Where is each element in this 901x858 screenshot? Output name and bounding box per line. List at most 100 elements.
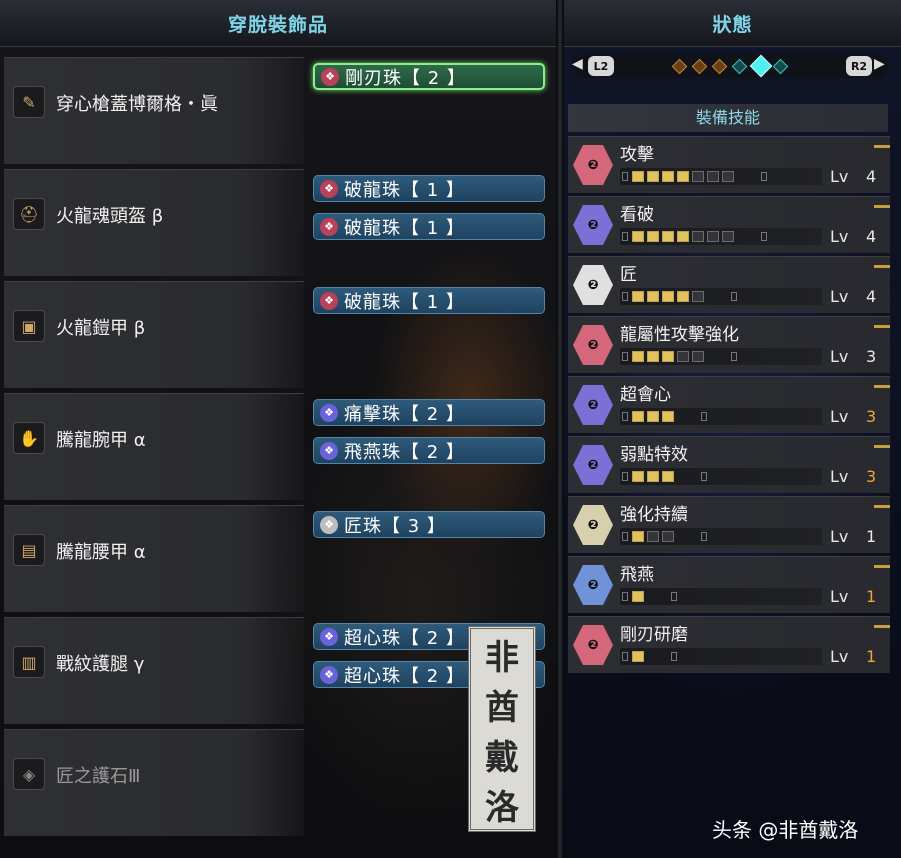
level-label: Lv xyxy=(830,407,849,426)
level-bar-end-cap xyxy=(731,292,737,301)
decorations-title: 穿脫裝飾品 xyxy=(227,14,328,36)
level-bar-end-cap xyxy=(701,472,707,481)
skill-row[interactable]: ❷ 看破 Lv 4 xyxy=(568,196,890,253)
equipment-row[interactable]: ◈ 匠之護石Ⅲ xyxy=(4,729,304,836)
skill-level-pip xyxy=(662,351,674,362)
decoration-gem-icon: ❖ xyxy=(320,665,338,684)
skill-level-pip xyxy=(692,291,704,302)
decoration-slot[interactable]: ❖ 破龍珠【 1 】 xyxy=(313,287,545,314)
equipment-row[interactable]: ▣ 火龍鎧甲 β xyxy=(4,281,304,388)
skill-name: 剛刃研磨 xyxy=(620,625,688,645)
skill-level-value: 1 xyxy=(866,527,877,546)
skill-level-value: 3 xyxy=(866,467,877,486)
level-label: Lv xyxy=(830,527,849,546)
level-bar-start-cap xyxy=(622,292,628,301)
skill-name: 超會心 xyxy=(620,385,671,405)
skill-row[interactable]: ❷ 攻擊 Lv 4 xyxy=(568,136,890,193)
level-bar-start-cap xyxy=(622,652,628,661)
decoration-slot[interactable]: ❖ 破龍珠【 1 】 xyxy=(313,175,545,202)
skill-level-bar xyxy=(620,648,822,665)
skill-level-pip xyxy=(662,171,674,182)
level-label: Lv xyxy=(830,167,849,186)
skill-level-pip xyxy=(662,531,674,542)
level-bar-end-cap xyxy=(731,352,737,361)
skill-gem-icon: ❷ xyxy=(573,205,613,245)
level-label: Lv xyxy=(830,347,849,366)
skill-level-pip xyxy=(707,171,719,182)
skill-name: 飛燕 xyxy=(620,565,654,585)
panel-divider xyxy=(556,0,564,858)
skill-level-pip xyxy=(632,171,644,182)
skill-level-pip xyxy=(647,351,659,362)
skill-level-value: 3 xyxy=(866,407,877,426)
skill-gem-icon: ❷ xyxy=(573,385,613,425)
page-indicator-6 xyxy=(772,58,789,75)
decoration-label: 超心珠【 2 】 xyxy=(344,627,465,649)
decoration-gem-icon: ❖ xyxy=(320,515,338,534)
level-bar-start-cap xyxy=(622,232,628,241)
level-bar-start-cap xyxy=(622,172,628,181)
skill-level-pip xyxy=(647,471,659,482)
skill-row[interactable]: ❷ 龍屬性攻擊強化 Lv 3 xyxy=(568,316,890,373)
level-bar-end-cap xyxy=(761,232,767,241)
decoration-gem-icon: ❖ xyxy=(321,67,339,86)
decoration-gem-icon: ❖ xyxy=(320,441,338,460)
skill-name: 攻擊 xyxy=(620,145,654,165)
equipment-row[interactable]: ⛑ 火龍魂頭盔 β xyxy=(4,169,304,276)
decoration-label: 破龍珠【 1 】 xyxy=(344,291,465,313)
skill-level-pip xyxy=(632,531,644,542)
skill-level-bar xyxy=(620,588,822,605)
skill-level-pip xyxy=(632,351,644,362)
skill-level-bar xyxy=(620,228,822,245)
skill-level-bar xyxy=(620,348,822,365)
skill-level-bar xyxy=(620,408,822,425)
skill-row[interactable]: ❷ 強化持續 Lv 1 xyxy=(568,496,890,553)
equipment-row[interactable]: ✎ 穿心槍蓋博爾格・眞 xyxy=(4,57,304,164)
arrow-right-icon[interactable]: ▶ xyxy=(874,56,885,72)
skill-level-pip xyxy=(647,231,659,242)
skill-row[interactable]: ❷ 飛燕 Lv 1 xyxy=(568,556,890,613)
decoration-label: 匠珠【 3 】 xyxy=(344,515,446,537)
decoration-slot[interactable]: ❖ 飛燕珠【 2 】 xyxy=(313,437,545,464)
skill-name: 弱點特效 xyxy=(620,445,688,465)
equipped-skills-header: 裝備技能 xyxy=(568,104,888,132)
skill-row[interactable]: ❷ 弱點特效 Lv 3 xyxy=(568,436,890,493)
seal-char: 酋 xyxy=(485,687,519,728)
decoration-slot[interactable]: ❖ 剛刃珠【 2 】 xyxy=(313,63,545,90)
equipment-row[interactable]: ✋ 騰龍腕甲 α xyxy=(4,393,304,500)
skill-level-pip xyxy=(647,411,659,422)
leg-armor-icon: ▥ xyxy=(13,646,45,678)
l2-trigger-button[interactable]: L2 xyxy=(588,56,614,76)
level-bar-end-cap xyxy=(671,652,677,661)
skill-level-pip xyxy=(632,291,644,302)
arrow-left-icon[interactable]: ◀ xyxy=(572,56,583,72)
skill-level-pip xyxy=(632,651,644,662)
seal-char: 非 xyxy=(485,637,519,678)
skill-row[interactable]: ❷ 超會心 Lv 3 xyxy=(568,376,890,433)
level-bar-end-cap xyxy=(761,172,767,181)
skill-row[interactable]: ❷ 剛刃研磨 Lv 1 xyxy=(568,616,890,673)
skill-level-pip xyxy=(662,471,674,482)
r2-trigger-button[interactable]: R2 xyxy=(846,56,872,76)
decoration-slot[interactable]: ❖ 痛擊珠【 2 】 xyxy=(313,399,545,426)
chest-armor-icon: ▣ xyxy=(13,310,45,342)
skill-level-pip xyxy=(632,411,644,422)
decoration-slot[interactable]: ❖ 匠珠【 3 】 xyxy=(313,511,545,538)
decoration-slot[interactable]: ❖ 破龍珠【 1 】 xyxy=(313,213,545,240)
skill-gem-icon: ❷ xyxy=(573,265,613,305)
equipment-name: 穿心槍蓋博爾格・眞 xyxy=(56,94,218,115)
level-bar-end-cap xyxy=(671,592,677,601)
equipment-name: 騰龍腕甲 α xyxy=(56,430,146,451)
skill-gem-icon: ❷ xyxy=(573,625,613,665)
skill-level-pip xyxy=(707,231,719,242)
skill-gem-icon: ❷ xyxy=(573,325,613,365)
level-bar-start-cap xyxy=(622,412,628,421)
charm-icon: ◈ xyxy=(13,758,45,790)
skill-level-pip xyxy=(662,411,674,422)
skill-level-pip xyxy=(677,291,689,302)
equipment-row[interactable]: ▤ 騰龍腰甲 α xyxy=(4,505,304,612)
skill-level-bar xyxy=(620,168,822,185)
equipment-row[interactable]: ▥ 戰紋護腿 γ xyxy=(4,617,304,724)
skill-row[interactable]: ❷ 匠 Lv 4 xyxy=(568,256,890,313)
status-page-selector[interactable]: ◀ L2 R2 ▶ xyxy=(572,54,888,78)
